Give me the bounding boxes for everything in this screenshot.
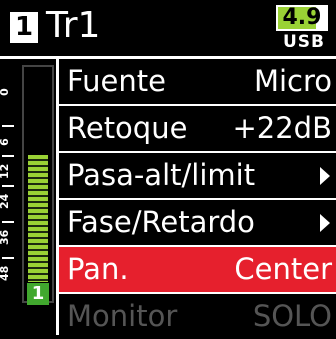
menu-item-phase-delay[interactable]: Fase/Retardo bbox=[59, 200, 336, 245]
chevron-right-icon bbox=[320, 214, 330, 232]
meter-tick bbox=[2, 257, 14, 259]
meter-tick-label: 6 bbox=[0, 135, 16, 149]
track-settings-menu: Fuente Micro Retoque +22dB Pasa-alt/limi… bbox=[59, 59, 336, 335]
meter-tick bbox=[2, 125, 14, 127]
meter-level-bar bbox=[28, 155, 48, 282]
meter-tick-label: 48 bbox=[0, 265, 11, 281]
menu-item-label: Fase/Retardo bbox=[67, 205, 255, 239]
menu-item-label: Retoque bbox=[67, 111, 188, 145]
meter-tick-label: 0 bbox=[0, 85, 16, 99]
track-number-badge: 1 bbox=[10, 12, 38, 43]
menu-item-label: Monitor bbox=[67, 299, 178, 333]
menu-item-source[interactable]: Fuente Micro bbox=[59, 59, 336, 104]
menu-item-label: Pan. bbox=[67, 252, 129, 286]
meter-tick bbox=[2, 155, 14, 157]
menu-item-value: SOLO bbox=[252, 299, 332, 333]
battery-icon: 4.9 bbox=[276, 5, 328, 31]
menu-item-value: Micro bbox=[253, 64, 332, 98]
meter-scale: 48 36 24 12 6 0 bbox=[0, 77, 14, 282]
menu-item-value: Center bbox=[234, 252, 332, 286]
menu-item-pan[interactable]: Pan. Center bbox=[59, 247, 336, 292]
menu-item-hpf-limiter[interactable]: Pasa-alt/limit bbox=[59, 153, 336, 198]
menu-item-label: Fuente bbox=[67, 64, 166, 98]
meter-tick bbox=[2, 221, 14, 223]
meter-tick-label: 36 bbox=[0, 229, 11, 245]
meter-tick-label: 12 bbox=[0, 163, 11, 179]
menu-item-monitor: Monitor SOLO bbox=[59, 294, 336, 339]
meter-tick bbox=[2, 185, 14, 187]
battery-voltage: 4.9 bbox=[282, 5, 322, 30]
meter-tick-label: 24 bbox=[0, 193, 11, 209]
menu-item-value: +22dB bbox=[232, 111, 332, 145]
channel-number-badge: 1 bbox=[27, 283, 49, 305]
power-source-label: USB bbox=[283, 32, 326, 52]
chevron-right-icon bbox=[320, 167, 330, 185]
track-name: Tr1 bbox=[46, 5, 101, 46]
menu-item-label: Pasa-alt/limit bbox=[67, 158, 256, 192]
menu-item-trim[interactable]: Retoque +22dB bbox=[59, 106, 336, 151]
